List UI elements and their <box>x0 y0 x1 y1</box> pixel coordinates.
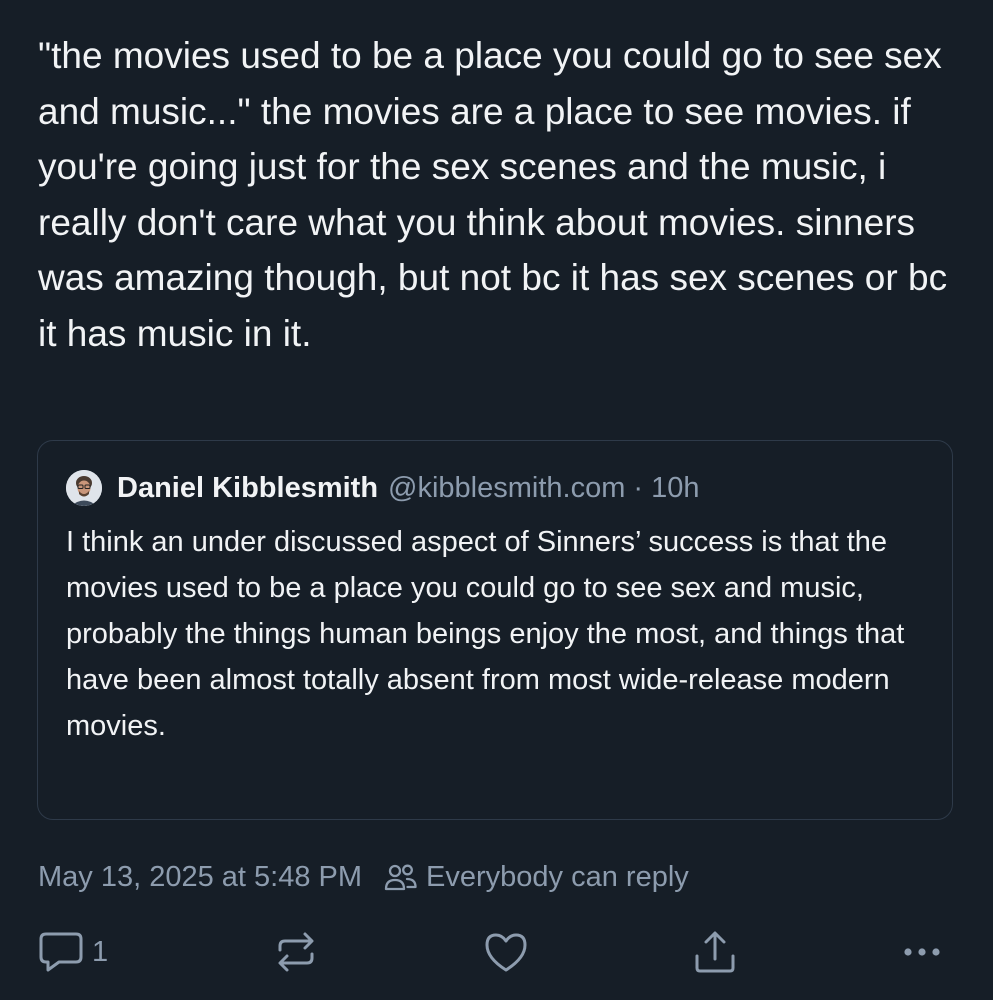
separator-dot: · <box>633 471 644 504</box>
post-text: "the movies used to be a place you could… <box>38 35 958 354</box>
heart-icon <box>485 933 527 972</box>
quoted-author-name[interactable]: Daniel Kibblesmith <box>117 472 378 505</box>
reply-button[interactable]: 1 <box>38 928 108 976</box>
quoted-post-age: 10h <box>651 471 700 504</box>
more-button[interactable] <box>900 928 944 976</box>
repost-button[interactable] <box>274 928 318 976</box>
share-button[interactable] <box>693 928 737 976</box>
reply-setting[interactable]: Everybody can reply <box>426 861 689 894</box>
post-timestamp: May 13, 2025 at 5:48 PM <box>38 860 363 893</box>
quoted-author-handle[interactable]: @kibblesmith.com <box>388 472 625 505</box>
quoted-post-header: Daniel Kibblesmith @kibblesmith.com · 10… <box>66 469 699 507</box>
people-icon <box>384 864 417 891</box>
action-bar: 1 <box>38 928 953 976</box>
repost-icon <box>278 932 314 972</box>
quoted-post-text: I think an under discussed aspect of Sin… <box>66 526 905 742</box>
reply-icon <box>39 932 83 972</box>
quoted-post-card[interactable]: Daniel Kibblesmith @kibblesmith.com · 10… <box>37 440 953 820</box>
more-icon <box>904 948 940 956</box>
reply-count: 1 <box>92 935 109 968</box>
like-button[interactable] <box>483 928 529 976</box>
avatar[interactable] <box>66 470 102 506</box>
post-meta: May 13, 2025 at 5:48 PM Everybody can re… <box>38 857 689 897</box>
share-icon <box>695 931 735 973</box>
